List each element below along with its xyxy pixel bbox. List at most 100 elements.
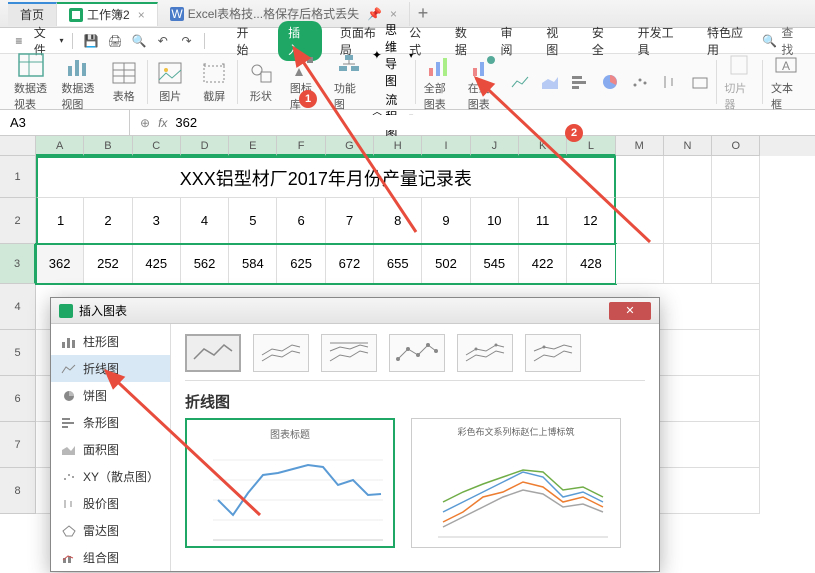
cell[interactable]: 562 bbox=[181, 244, 229, 284]
app-menu-icon[interactable]: ≡ bbox=[10, 32, 28, 50]
cell[interactable]: 2 bbox=[84, 198, 132, 244]
row-header[interactable]: 7 bbox=[0, 422, 36, 468]
slicer-button[interactable]: 切片器 bbox=[718, 51, 760, 112]
cell[interactable]: 5 bbox=[229, 198, 277, 244]
col-header[interactable]: C bbox=[133, 136, 181, 156]
cell[interactable] bbox=[616, 156, 664, 198]
dialog-close-button[interactable]: ✕ bbox=[609, 302, 651, 320]
row-header[interactable]: 5 bbox=[0, 330, 36, 376]
cell[interactable]: 11 bbox=[519, 198, 567, 244]
chart-preview-2[interactable]: 彩色布文系列标赵仁上博标筑 bbox=[411, 418, 621, 548]
col-header[interactable]: G bbox=[326, 136, 374, 156]
scatter-chart-icon[interactable] bbox=[626, 70, 654, 94]
tab-dev[interactable]: 开发工具 bbox=[634, 21, 689, 61]
table-button[interactable]: 表格 bbox=[103, 59, 145, 104]
chart-type-area[interactable]: 面积图 bbox=[51, 436, 170, 463]
pivot-chart-button[interactable]: 数据透视图 bbox=[55, 51, 100, 112]
dialog-titlebar[interactable]: 插入图表 ✕ bbox=[51, 298, 659, 324]
chart-type-radar[interactable]: 雷达图 bbox=[51, 517, 170, 544]
col-header[interactable]: O bbox=[712, 136, 760, 156]
workbook-tab[interactable]: 工作簿2 × bbox=[57, 2, 158, 26]
cell[interactable]: 9 bbox=[422, 198, 470, 244]
screenshot-button[interactable]: 截屏 bbox=[193, 59, 235, 104]
chart-type-pie[interactable]: 饼图 bbox=[51, 382, 170, 409]
row-header[interactable]: 4 bbox=[0, 284, 36, 330]
subtype-line[interactable] bbox=[185, 334, 241, 372]
cell[interactable]: 422 bbox=[519, 244, 567, 284]
area-chart-icon[interactable] bbox=[536, 70, 564, 94]
chart-type-combo[interactable]: 组合图 bbox=[51, 544, 170, 571]
home-tab[interactable]: 首页 bbox=[8, 2, 57, 26]
mindmap-button[interactable]: ✦思维导图▾ bbox=[372, 21, 413, 89]
cell[interactable]: 655 bbox=[374, 244, 422, 284]
chart-preview-1[interactable]: 图表标题 bbox=[185, 418, 395, 548]
col-header[interactable]: J bbox=[471, 136, 519, 156]
cell[interactable] bbox=[616, 244, 664, 284]
tab-security[interactable]: 安全 bbox=[588, 21, 620, 61]
col-header[interactable]: E bbox=[229, 136, 277, 156]
close-icon[interactable]: × bbox=[390, 7, 397, 21]
title-cell[interactable]: XXX铝型材厂2017年月份产量记录表 bbox=[36, 156, 616, 198]
cell[interactable]: 502 bbox=[422, 244, 470, 284]
cell[interactable] bbox=[664, 198, 712, 244]
fx-icon[interactable]: fx bbox=[158, 116, 167, 130]
save-icon[interactable]: 💾 bbox=[82, 32, 100, 50]
chart-type-column[interactable]: 柱形图 bbox=[51, 328, 170, 355]
preview-icon[interactable]: 🔍 bbox=[130, 32, 148, 50]
print-icon[interactable]: 🖨 bbox=[106, 32, 124, 50]
col-header[interactable]: F bbox=[277, 136, 325, 156]
cell[interactable]: 8 bbox=[374, 198, 422, 244]
cell[interactable]: 584 bbox=[229, 244, 277, 284]
col-header[interactable]: A bbox=[36, 136, 84, 156]
online-charts-button[interactable]: 在线图表 bbox=[462, 51, 504, 112]
row-header[interactable]: 2 bbox=[0, 198, 36, 244]
tab-start[interactable]: 开始 bbox=[232, 21, 264, 61]
formula-input[interactable] bbox=[175, 115, 805, 130]
pie-chart-icon[interactable] bbox=[596, 70, 624, 94]
cell[interactable] bbox=[712, 244, 760, 284]
cell[interactable]: 672 bbox=[326, 244, 374, 284]
picture-button[interactable]: 图片 bbox=[149, 59, 191, 104]
row-header[interactable]: 6 bbox=[0, 376, 36, 422]
cell[interactable]: 12 bbox=[567, 198, 615, 244]
subtype-line-markers[interactable] bbox=[389, 334, 445, 372]
col-header[interactable]: N bbox=[664, 136, 712, 156]
more-charts-icon[interactable] bbox=[686, 70, 714, 94]
cell[interactable] bbox=[616, 198, 664, 244]
col-header[interactable]: D bbox=[181, 136, 229, 156]
textbox-button[interactable]: A文本框 bbox=[765, 51, 807, 112]
stock-chart-icon[interactable] bbox=[656, 70, 684, 94]
bar-chart-icon[interactable] bbox=[566, 70, 594, 94]
cell[interactable]: 7 bbox=[326, 198, 374, 244]
cell[interactable]: 252 bbox=[84, 244, 132, 284]
cell[interactable] bbox=[664, 156, 712, 198]
cell[interactable] bbox=[664, 244, 712, 284]
cell[interactable]: 1 bbox=[36, 198, 84, 244]
row-header[interactable]: 1 bbox=[0, 156, 36, 198]
col-header[interactable]: M bbox=[616, 136, 664, 156]
cell[interactable]: 625 bbox=[277, 244, 325, 284]
chart-type-bar[interactable]: 条形图 bbox=[51, 409, 170, 436]
cell[interactable]: 545 bbox=[471, 244, 519, 284]
cell[interactable]: 425 bbox=[133, 244, 181, 284]
expand-icon[interactable]: ⊕ bbox=[140, 116, 150, 130]
subtype-stacked-line[interactable] bbox=[253, 334, 309, 372]
shapes-button[interactable]: 形状 bbox=[240, 59, 282, 104]
cell[interactable]: 6 bbox=[277, 198, 325, 244]
undo-icon[interactable]: ↶ bbox=[154, 32, 172, 50]
col-header[interactable]: B bbox=[84, 136, 132, 156]
pin-icon[interactable]: 📌 bbox=[367, 7, 382, 21]
row-header[interactable]: 8 bbox=[0, 468, 36, 514]
cell-reference-input[interactable] bbox=[10, 115, 119, 130]
all-charts-button[interactable]: 全部图表 bbox=[418, 51, 460, 112]
smartart-button[interactable]: 功能图 bbox=[328, 51, 370, 112]
pivot-table-button[interactable]: 数据透视表 bbox=[8, 51, 53, 112]
cell-reference-box[interactable] bbox=[0, 110, 130, 135]
tab-view[interactable]: 视图 bbox=[542, 21, 574, 61]
subtype-stacked-line-markers[interactable] bbox=[457, 334, 513, 372]
cell[interactable]: 4 bbox=[181, 198, 229, 244]
close-icon[interactable]: × bbox=[138, 8, 145, 22]
cell[interactable]: 3 bbox=[133, 198, 181, 244]
search-icon[interactable]: 🔍 bbox=[762, 34, 777, 48]
row-header[interactable]: 3 bbox=[0, 244, 36, 284]
